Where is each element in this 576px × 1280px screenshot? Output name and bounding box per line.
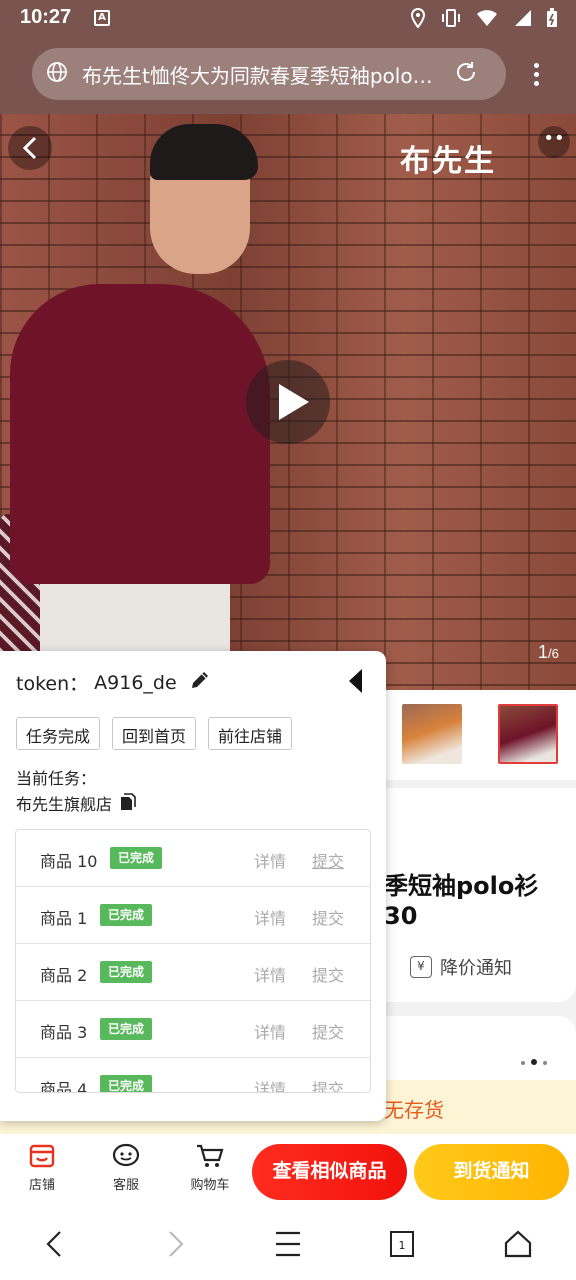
browser-header: 10:27 A 布先生t恤佟大为同款春夏季短袖polo衫男士潮流百搭翻领纯棉体恤 <box>0 0 576 114</box>
list-item: 商品 2 已完成 详情 提交 <box>16 944 370 1001</box>
product-title: 季短袖polo衫 <box>384 872 539 900</box>
globe-icon <box>46 61 68 87</box>
list-item: 商品 10 已完成 详情 提交 <box>16 830 370 887</box>
more-button[interactable]: •• <box>538 126 570 158</box>
item-name: 商品 10 <box>40 852 98 871</box>
stock-status: 无存货 <box>384 1098 444 1122</box>
go-to-store-button[interactable]: 前往店铺 <box>208 717 293 750</box>
pager-dots <box>518 1050 550 1069</box>
collapse-panel-icon[interactable] <box>346 667 366 695</box>
hero-shirt-shape <box>10 284 270 584</box>
item-detail-link[interactable]: 详情 <box>254 962 286 986</box>
list-item: 商品 4 已完成 详情 提交 <box>16 1058 370 1093</box>
nav-tabs-icon[interactable]: 1 <box>384 1228 420 1260</box>
arrival-notice-button[interactable]: 到货通知 <box>414 1144 569 1200</box>
item-detail-link[interactable]: 详情 <box>254 848 286 872</box>
thumbnail-orange-shirt[interactable] <box>402 704 462 764</box>
address-bar[interactable]: 布先生t恤佟大为同款春夏季短袖polo衫男士潮流百搭翻领纯棉体恤 <box>32 48 506 100</box>
shop-icon <box>29 1144 55 1168</box>
cart-label: 购物车 <box>190 1178 230 1193</box>
nav-forward-icon[interactable] <box>156 1228 192 1260</box>
status-badge: 已完成 <box>100 1075 153 1092</box>
price-drop-notice[interactable]: ¥ 降价通知 <box>410 954 512 980</box>
play-icon <box>279 384 309 420</box>
service-label: 客服 <box>112 1178 139 1193</box>
status-badge: 已完成 <box>100 904 153 926</box>
copy-icon[interactable] <box>118 793 138 813</box>
customer-service-button[interactable]: 客服 <box>96 1142 156 1193</box>
chevron-left-icon <box>22 136 37 160</box>
task-panel: token： A916_de 任务完成 回到首页 前往店铺 当前任务： 布先生旗… <box>0 651 386 1121</box>
shop-button[interactable]: 店铺 <box>12 1142 72 1193</box>
view-similar-button[interactable]: 查看相似商品 <box>252 1144 407 1200</box>
item-name: 商品 4 <box>40 1080 88 1093</box>
thumbnail-red-shirt[interactable] <box>498 704 558 764</box>
shop-label: 店铺 <box>28 1178 55 1193</box>
edit-icon[interactable] <box>189 669 211 696</box>
status-time: 10:27 <box>20 6 72 28</box>
back-button[interactable] <box>8 126 52 170</box>
status-icons <box>410 7 558 32</box>
panel-button-row: 任务完成 回到首页 前往店铺 <box>16 717 293 750</box>
token-label: token： <box>16 673 89 695</box>
brand-logo: 布先生 <box>400 144 496 179</box>
system-nav-bar: 1 <box>0 1208 576 1280</box>
token-value: A916_de <box>94 671 177 694</box>
browser-menu-icon[interactable] <box>526 60 546 90</box>
nav-back-icon[interactable] <box>38 1228 74 1260</box>
wifi-icon <box>476 9 498 31</box>
status-bar: 10:27 A <box>0 0 576 40</box>
price-drop-label: 降价通知 <box>440 958 512 979</box>
item-name: 商品 1 <box>40 909 88 928</box>
product-hero-image[interactable]: 布先生 •• 1/6 <box>0 114 576 692</box>
counter-current: 1 <box>538 642 549 662</box>
status-badge: 已完成 <box>100 961 153 983</box>
location-icon <box>410 7 426 32</box>
battery-icon <box>546 8 558 32</box>
item-submit-link[interactable]: 提交 <box>312 962 344 986</box>
item-submit-link[interactable]: 提交 <box>312 1076 344 1092</box>
token-row: token： A916_de <box>16 669 211 696</box>
cart-button[interactable]: 购物车 <box>180 1142 240 1193</box>
task-store-name: 布先生旗舰店 <box>16 795 113 814</box>
notification-a-icon: A <box>94 10 110 26</box>
item-detail-link[interactable]: 详情 <box>254 905 286 929</box>
back-home-button[interactable]: 回到首页 <box>112 717 197 750</box>
task-list: 商品 10 已完成 详情 提交 商品 1 已完成 详情 提交 商品 2 已完成 … <box>15 829 371 1093</box>
bottom-action-bar: 店铺 客服 购物车 查看相似商品 到货通知 <box>0 1136 576 1208</box>
item-name: 商品 2 <box>40 966 88 985</box>
hero-hair-shape <box>150 124 258 180</box>
cart-icon <box>197 1144 224 1167</box>
svg-text:1: 1 <box>399 1239 406 1252</box>
task-complete-button[interactable]: 任务完成 <box>16 717 101 750</box>
nav-home-icon[interactable] <box>500 1228 536 1260</box>
product-price: 30 <box>384 902 418 930</box>
current-task-name: 布先生旗舰店 <box>16 791 138 815</box>
list-item: 商品 1 已完成 详情 提交 <box>16 887 370 944</box>
item-submit-link[interactable]: 提交 <box>312 1019 344 1043</box>
item-detail-link[interactable]: 详情 <box>254 1076 286 1092</box>
current-task-label: 当前任务： <box>16 769 97 788</box>
item-detail-link[interactable]: 详情 <box>254 1019 286 1043</box>
nav-menu-icon[interactable] <box>270 1228 306 1260</box>
item-submit-link[interactable]: 提交 <box>312 848 344 872</box>
counter-total: /6 <box>548 646 559 661</box>
chat-icon <box>112 1143 140 1167</box>
yen-icon: ¥ <box>410 956 432 978</box>
image-counter: 1/6 <box>538 642 559 663</box>
list-item: 商品 3 已完成 详情 提交 <box>16 1001 370 1058</box>
item-submit-link[interactable]: 提交 <box>312 905 344 929</box>
status-badge: 已完成 <box>100 1018 153 1040</box>
item-name: 商品 3 <box>40 1023 88 1042</box>
play-video-button[interactable] <box>246 360 330 444</box>
url-title: 布先生t恤佟大为同款春夏季短袖polo衫男士潮流百搭翻领纯棉体恤 <box>82 63 444 88</box>
vibrate-icon <box>440 8 462 32</box>
status-badge: 已完成 <box>110 847 163 869</box>
reload-icon[interactable] <box>454 60 478 88</box>
signal-icon <box>512 9 532 31</box>
